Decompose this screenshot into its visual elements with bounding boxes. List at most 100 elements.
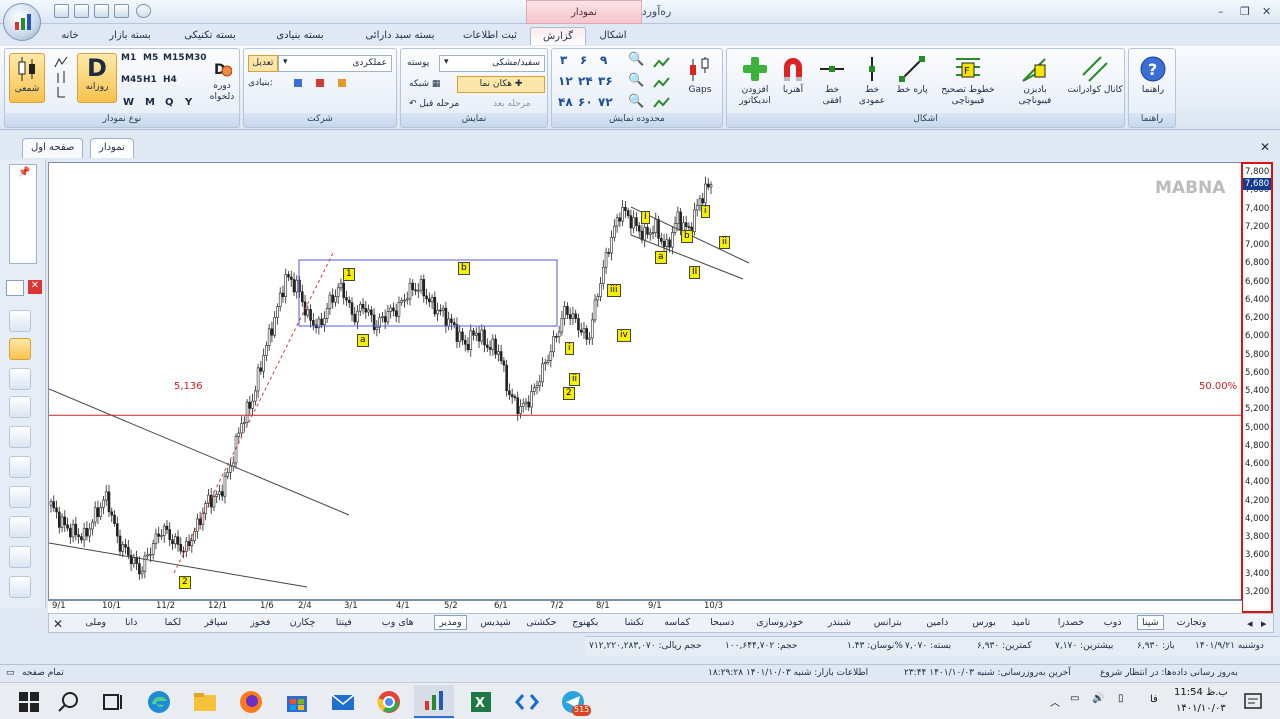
fund-icon-orange[interactable] <box>338 79 346 87</box>
quadrant-channel-button[interactable]: کانال کوادرانت <box>1067 55 1123 96</box>
symbol-tab[interactable]: بکهنوج <box>572 617 598 628</box>
range-48[interactable]: ۴۸ <box>558 96 573 108</box>
trendline-upper[interactable] <box>48 388 350 516</box>
interval-month[interactable]: M <box>145 97 155 108</box>
wave-label-a[interactable]: a <box>357 334 369 347</box>
interval-h1[interactable]: H1 <box>143 75 157 86</box>
tool-4-icon[interactable] <box>9 396 31 418</box>
symbol-tab[interactable]: بورس <box>972 617 996 628</box>
mail-icon[interactable] <box>330 689 356 715</box>
range-60[interactable]: ۶۰ <box>578 96 593 108</box>
symbol-tab[interactable]: دانا <box>125 617 137 628</box>
wave-label-1[interactable]: 1 <box>343 268 355 281</box>
task-view-icon[interactable] <box>100 689 126 715</box>
tool-3-icon[interactable] <box>9 368 31 390</box>
fullscreen-label[interactable]: تمام صفحه <box>22 668 64 678</box>
tool-10-icon[interactable] <box>9 576 31 598</box>
tab-data-entry[interactable]: ثبت اطلاعات <box>460 27 520 45</box>
wave-label-2b[interactable]: 2 <box>179 576 191 589</box>
clock-time[interactable]: 11:54 ب.ظ <box>1174 687 1228 698</box>
symbol-tab[interactable]: لکما <box>165 617 182 628</box>
zoom-out-icon[interactable]: 🔍 <box>628 74 644 87</box>
range-9[interactable]: ۹ <box>600 54 607 66</box>
interval-m30[interactable]: M30 <box>185 53 206 64</box>
range-24[interactable]: ۲۴ <box>578 75 593 87</box>
background-select[interactable]: سفید/مشکی ▾ <box>439 55 545 72</box>
range-6[interactable]: ۶ <box>580 54 587 66</box>
close-doc-icon[interactable]: ✕ <box>1260 140 1270 154</box>
symbol-tab[interactable]: بترانس <box>874 617 902 628</box>
interval-m15[interactable]: M15 <box>163 53 184 64</box>
symbol-tab[interactable]: فپنتا <box>336 617 352 628</box>
nav-left-icon[interactable]: ◂ <box>1247 617 1253 630</box>
edge-icon[interactable] <box>146 689 172 715</box>
interval-q[interactable]: Q <box>165 97 174 108</box>
wave-label-i[interactable]: i <box>565 342 574 355</box>
close-symbols-icon[interactable]: ✕ <box>53 617 63 631</box>
fib-dashed-line[interactable] <box>173 250 335 574</box>
segment-button[interactable]: پاره خط <box>893 55 931 96</box>
fund-icon-red[interactable] <box>316 79 324 87</box>
interval-m1[interactable]: M1 <box>121 53 136 64</box>
candle-button[interactable]: شمعی <box>9 53 45 103</box>
symbol-tab[interactable]: خودروسازی <box>756 617 803 628</box>
tab-fundamental[interactable]: بسته بنیادی <box>260 27 340 45</box>
symbol-tab[interactable]: حکشتی <box>526 617 556 628</box>
remove-icon[interactable]: ✕ <box>28 280 42 294</box>
restore-button[interactable]: ❐ <box>1240 5 1250 18</box>
interval-m45[interactable]: M45 <box>121 75 142 86</box>
symbol-tab[interactable]: ذوب <box>1104 617 1122 628</box>
tray-chevron-icon[interactable]: ︿ <box>1050 694 1060 709</box>
interval-h4[interactable]: H4 <box>163 75 177 86</box>
windows-start-icon[interactable] <box>16 689 42 715</box>
vertical-line-button[interactable]: خط عمودی <box>855 55 889 107</box>
file-explorer-icon[interactable] <box>192 689 218 715</box>
tool-8-icon[interactable] <box>9 516 31 538</box>
daily-button[interactable]: D روزانه <box>77 53 117 103</box>
store-icon[interactable] <box>284 689 310 715</box>
tool-7-icon[interactable] <box>9 486 31 508</box>
symbol-tab[interactable]: شبندر <box>828 617 851 628</box>
fib-fan-button[interactable]: بادبزن فیبوناچی <box>1007 55 1063 107</box>
symbol-tab[interactable]: دامین <box>926 617 948 628</box>
wave-label-iii[interactable]: iii <box>607 284 621 297</box>
tab-first-page[interactable]: صفحه اول <box>22 138 84 158</box>
symbol-tab[interactable]: سپاقر <box>204 617 228 628</box>
symbol-tab[interactable]: شپدیس <box>480 617 511 628</box>
price-chart[interactable]: 5,136 50.00% MABNA 1 a b 2 i ii iii iv I… <box>48 162 1243 600</box>
horizontal-line-button[interactable]: خط افقی <box>815 55 849 107</box>
search-icon[interactable] <box>56 689 82 715</box>
symbol-tab[interactable]: وملی <box>85 617 106 628</box>
fund-icon-blue[interactable] <box>294 79 302 87</box>
prev-step-button[interactable]: ↶ مرحله قبل <box>409 99 459 110</box>
wave-label-iv[interactable]: iv <box>617 329 631 342</box>
tool-2-icon[interactable] <box>9 338 31 360</box>
symbol-tab[interactable]: تکشا <box>625 617 644 628</box>
notifications-icon[interactable] <box>1240 689 1266 715</box>
wave-label-b2[interactable]: b <box>681 230 693 243</box>
symbol-tab[interactable]: کماسه <box>664 617 690 628</box>
zoom-reset-icon[interactable]: 🔍 <box>628 95 644 108</box>
range-12[interactable]: ۱۲ <box>558 75 573 87</box>
custom-period-button[interactable]: D دوره دلخواه <box>205 59 239 103</box>
excel-icon[interactable]: X <box>468 689 494 715</box>
firefox-icon[interactable] <box>238 689 264 715</box>
clock-date[interactable]: ۱۴۰۱/۱۰/۰۳ <box>1176 703 1226 714</box>
symbol-tab[interactable]: خصدرا <box>1058 617 1084 628</box>
symbol-tab[interactable]: های وب <box>382 617 414 628</box>
wave-label-II[interactable]: II <box>689 266 701 279</box>
line-type-stack[interactable] <box>51 55 71 99</box>
tab-portfolio[interactable]: بسته سبد دارائی <box>350 27 450 45</box>
volume-icon[interactable]: 🔊 <box>1092 693 1104 704</box>
interval-y[interactable]: Y <box>185 97 192 108</box>
language-indicator[interactable]: فا <box>1150 694 1158 705</box>
close-button[interactable]: ✕ <box>1262 5 1271 18</box>
gaps-button[interactable]: Gaps <box>682 55 718 96</box>
tab-market[interactable]: بسته بازار <box>100 27 160 45</box>
fullscreen-icon[interactable]: ▭ <box>6 668 15 678</box>
code-editor-icon[interactable] <box>514 689 540 715</box>
tab-report[interactable]: گزارش <box>530 27 586 45</box>
range-3[interactable]: ۳ <box>560 54 567 66</box>
symbol-tab[interactable]: دسبحا <box>710 617 734 628</box>
tab-chart[interactable]: نمودار <box>90 138 134 158</box>
